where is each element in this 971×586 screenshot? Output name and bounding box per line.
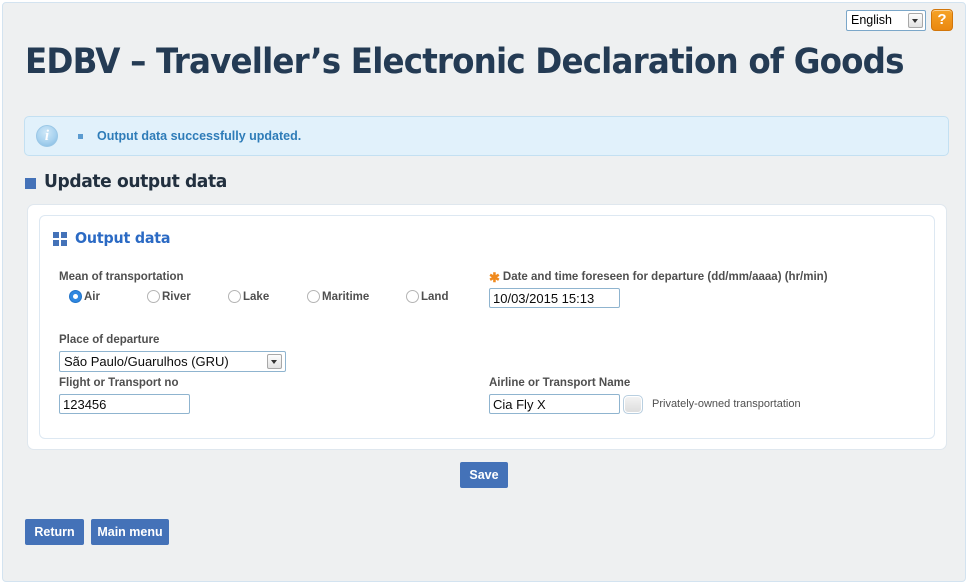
airline-name-input[interactable] bbox=[489, 394, 620, 414]
required-asterisk-icon: ✱ bbox=[489, 270, 500, 285]
place-of-departure-field: Place of departure São Paulo/Guarulhos (… bbox=[59, 334, 286, 372]
main-menu-button[interactable]: Main menu bbox=[91, 519, 169, 545]
radio-label-river: River bbox=[162, 290, 191, 303]
airline-name-field: Airline or Transport Name Privately-owne… bbox=[489, 377, 801, 414]
page-title: EDBV – Traveller’s Electronic Declaratio… bbox=[25, 42, 904, 82]
output-data-panel: Output data Mean of transportation Air R… bbox=[39, 215, 935, 439]
topbar: English ? bbox=[846, 9, 953, 31]
privately-owned-label: Privately-owned transportation bbox=[652, 398, 801, 410]
section-heading: Update output data bbox=[25, 171, 237, 192]
grid-squares-icon bbox=[53, 231, 68, 247]
radio-indicator-lake[interactable] bbox=[228, 290, 241, 303]
radio-option-air[interactable]: Air bbox=[69, 290, 147, 303]
place-of-departure-select-wrapper: São Paulo/Guarulhos (GRU) bbox=[59, 351, 286, 372]
place-of-departure-select[interactable]: São Paulo/Guarulhos (GRU) bbox=[59, 351, 286, 372]
info-icon: i bbox=[36, 125, 58, 147]
save-button[interactable]: Save bbox=[460, 462, 508, 488]
section-title: Update output data bbox=[44, 171, 227, 192]
status-message-text: Output data successfully updated. bbox=[97, 129, 302, 143]
square-bullet-icon bbox=[25, 177, 36, 189]
form-card: Output data Mean of transportation Air R… bbox=[27, 204, 947, 450]
flight-no-field: Flight or Transport no bbox=[59, 377, 190, 414]
radio-label-land: Land bbox=[421, 290, 449, 303]
privately-owned-checkbox[interactable] bbox=[623, 394, 643, 414]
panel-title-label: Output data bbox=[75, 229, 171, 247]
radio-indicator-land[interactable] bbox=[406, 290, 419, 303]
flight-no-label: Flight or Transport no bbox=[59, 377, 179, 389]
help-icon[interactable]: ? bbox=[931, 9, 953, 31]
departure-datetime-label-text: Date and time foreseen for departure (dd… bbox=[502, 271, 828, 283]
place-of-departure-label: Place of departure bbox=[59, 334, 160, 346]
panel-title: Output data bbox=[53, 229, 175, 247]
flight-no-input[interactable] bbox=[59, 394, 190, 414]
return-button[interactable]: Return bbox=[25, 519, 84, 545]
radio-option-lake[interactable]: Lake bbox=[228, 290, 307, 303]
radio-option-land[interactable]: Land bbox=[406, 290, 448, 303]
status-message-bar: i Output data successfully updated. bbox=[24, 116, 949, 156]
radio-option-river[interactable]: River bbox=[147, 290, 228, 303]
page-frame: English ? EDBV – Traveller’s Electronic … bbox=[2, 2, 966, 582]
airline-name-row: Privately-owned transportation bbox=[489, 394, 801, 414]
language-select-wrapper: English bbox=[846, 9, 926, 31]
airline-name-label: Airline or Transport Name bbox=[489, 377, 631, 389]
mean-of-transportation-label: Mean of transportation bbox=[59, 271, 184, 283]
radio-indicator-maritime[interactable] bbox=[307, 290, 320, 303]
radio-label-maritime: Maritime bbox=[322, 290, 370, 303]
radio-option-maritime[interactable]: Maritime bbox=[307, 290, 406, 303]
mean-of-transportation-group: Mean of transportation Air River Lake Ma… bbox=[59, 271, 448, 303]
radio-label-lake: Lake bbox=[243, 290, 270, 303]
departure-datetime-label: ✱ Date and time foreseen for departure (d… bbox=[489, 270, 828, 285]
radio-label-air: Air bbox=[84, 290, 100, 303]
radio-options-row: Air River Lake Maritime Land bbox=[59, 290, 448, 303]
departure-datetime-input[interactable] bbox=[489, 288, 620, 308]
departure-datetime-field: ✱ Date and time foreseen for departure (d… bbox=[489, 271, 828, 308]
bullet-square-icon bbox=[78, 133, 83, 139]
radio-indicator-river[interactable] bbox=[147, 290, 160, 303]
language-select[interactable]: English bbox=[846, 9, 926, 31]
radio-indicator-air[interactable] bbox=[69, 290, 82, 303]
